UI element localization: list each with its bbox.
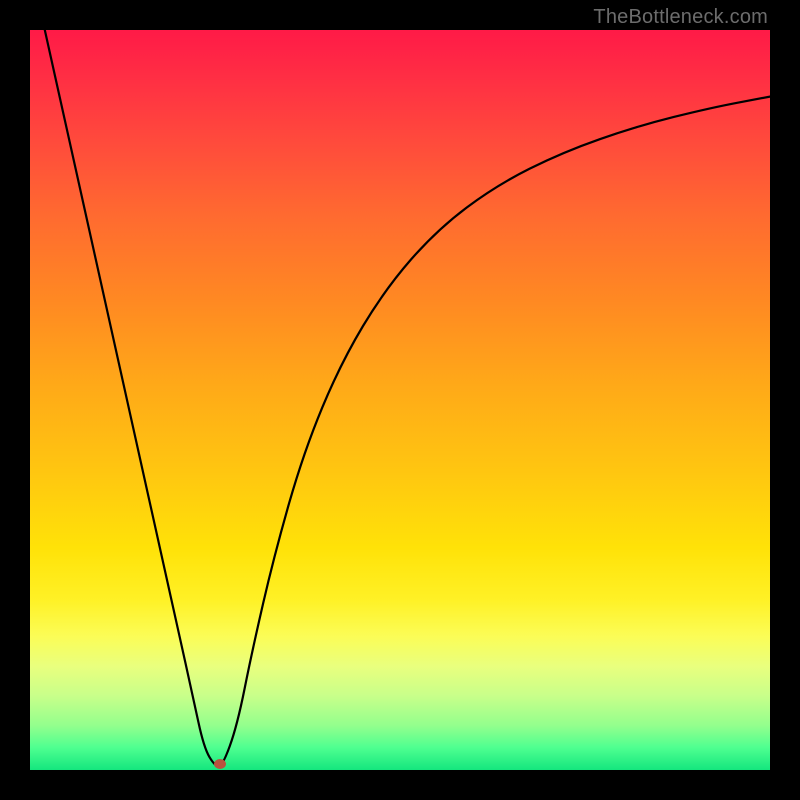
chart-frame: TheBottleneck.com [0, 0, 800, 800]
bottleneck-curve [30, 30, 770, 770]
minimum-marker [214, 759, 226, 769]
plot-area [30, 30, 770, 770]
watermark-text: TheBottleneck.com [593, 6, 768, 29]
